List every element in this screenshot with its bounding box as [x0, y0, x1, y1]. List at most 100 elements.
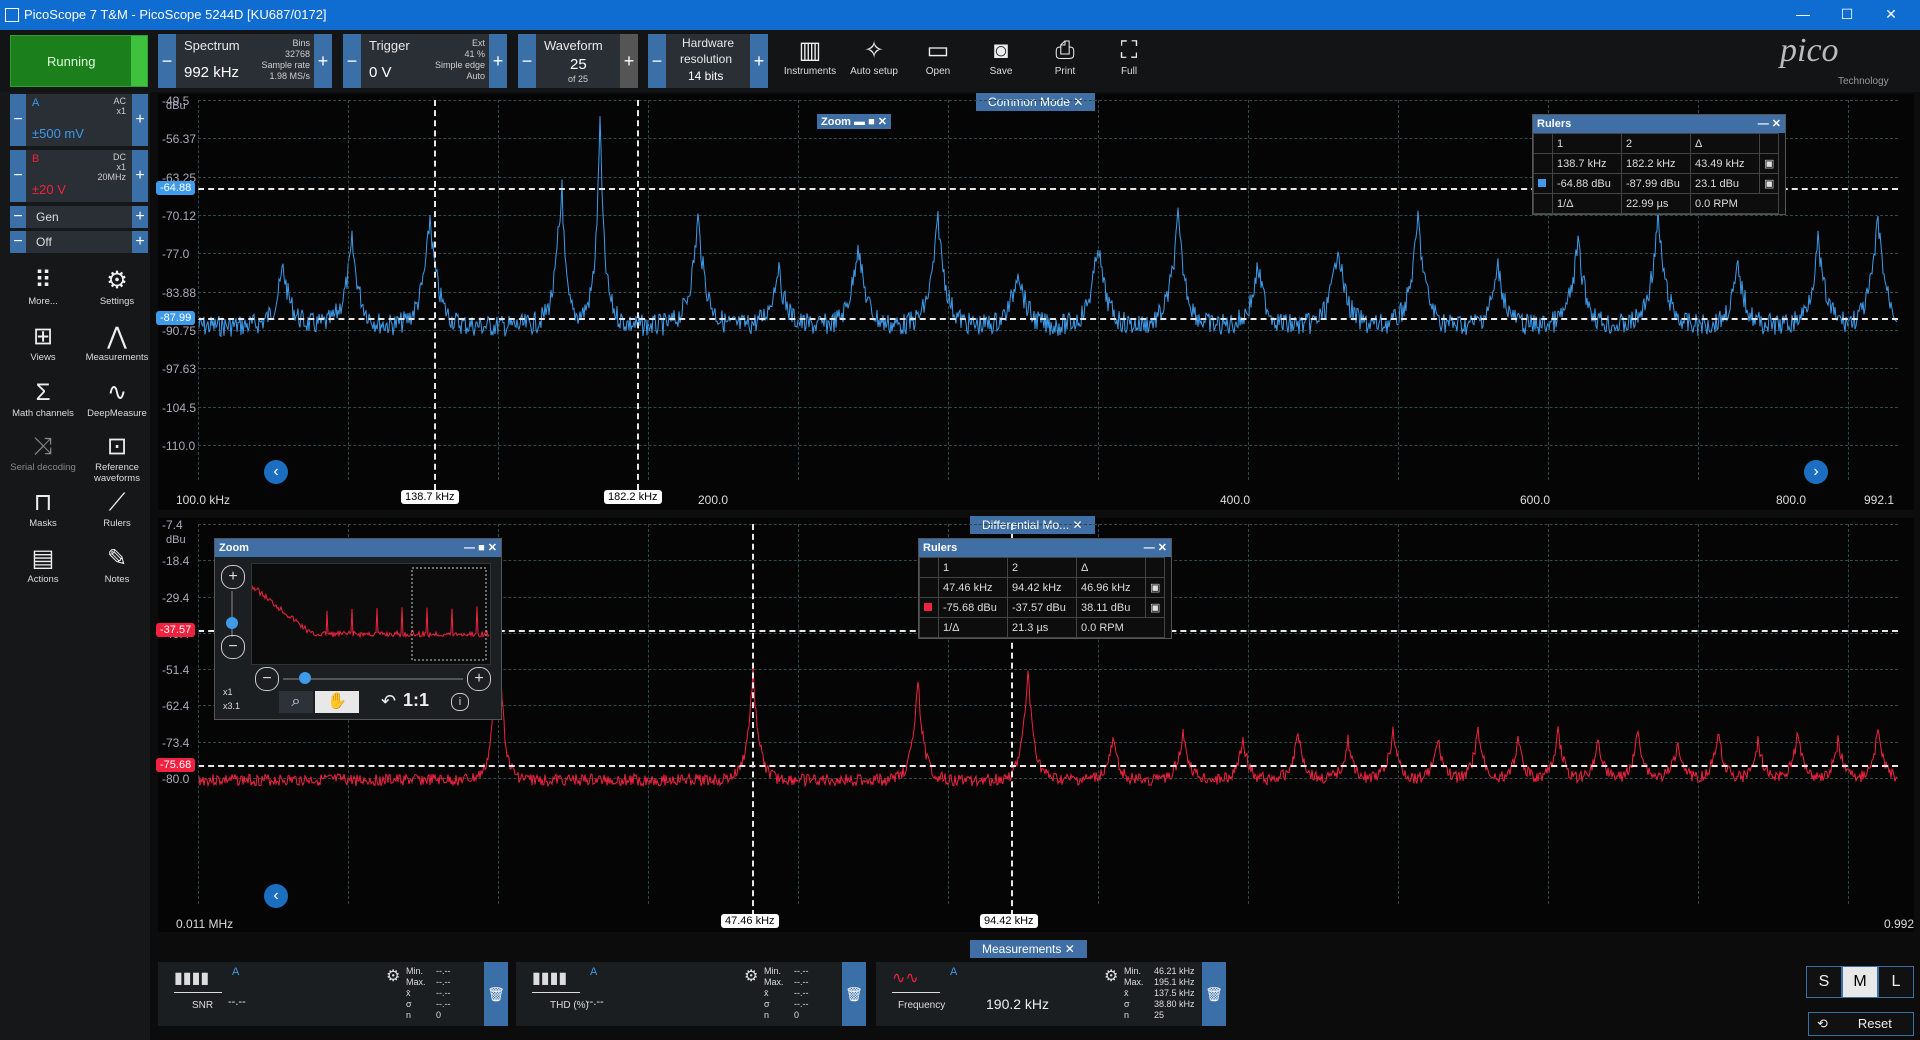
- bottom-h-cursor-2[interactable]: [158, 765, 1898, 767]
- resolution-value[interactable]: 14 bits: [688, 69, 723, 83]
- gear-icon: ⚙: [106, 267, 128, 294]
- top-v-cursor-2[interactable]: [637, 100, 639, 490]
- zoom-preview[interactable]: [251, 563, 491, 665]
- top-h-cursor-2[interactable]: [158, 318, 1898, 320]
- zoom-out-vertical-icon[interactable]: −: [221, 635, 245, 659]
- trash-icon[interactable]: 🗑: [842, 962, 866, 1026]
- top-v-cursor-1-label[interactable]: 138.7 kHz: [401, 490, 459, 504]
- trigger-value[interactable]: 0 V: [369, 64, 392, 81]
- deepmeasure-button[interactable]: ∿ DeepMeasure: [82, 378, 152, 419]
- instruments-button[interactable]: ▥ Instruments: [781, 36, 839, 77]
- masks-button[interactable]: ⊓ Masks: [8, 488, 78, 529]
- resolution-increase-button[interactable]: +: [750, 34, 768, 88]
- actions-button[interactable]: ▤ Actions: [8, 544, 78, 585]
- size-l-button[interactable]: L: [1878, 966, 1914, 998]
- zoom-out-horizontal-icon[interactable]: −: [255, 667, 279, 691]
- more-button[interactable]: ⠿ More...: [8, 266, 78, 307]
- size-s-button[interactable]: S: [1806, 966, 1842, 998]
- trash-icon[interactable]: 🗑: [484, 962, 508, 1026]
- notes-button[interactable]: ✎ Notes: [82, 544, 152, 585]
- undo-zoom-icon[interactable]: ↶: [381, 691, 396, 712]
- channel-a-increase[interactable]: +: [132, 94, 148, 146]
- gear-icon[interactable]: ⚙: [744, 966, 758, 986]
- measurement-card[interactable]: ▮▮▮▮ A THD (%) --.-- ⚙ Min. --.-- Max. --.-…: [516, 962, 866, 1026]
- views-button[interactable]: ⊞ Views: [8, 322, 78, 363]
- size-m-button[interactable]: M: [1842, 966, 1878, 998]
- trigger-increase-button[interactable]: +: [489, 34, 507, 88]
- top-v-cursor-2-label[interactable]: 182.2 kHz: [604, 490, 662, 504]
- top-h-cursor-2-label[interactable]: -87.99: [156, 311, 196, 325]
- gear-icon[interactable]: ⚙: [386, 966, 400, 986]
- top-h-cursor-1-label[interactable]: -64.88: [156, 181, 196, 195]
- grid-line: [1848, 524, 1849, 904]
- measurement-card[interactable]: ▮▮▮▮ A SNR --.-- ⚙ Min. --.-- Max. --.-- x̄ -…: [158, 962, 508, 1026]
- save-button[interactable]: ◙ Save: [972, 36, 1030, 77]
- scroll-right-icon[interactable]: ›: [1804, 460, 1828, 484]
- zoom-in-vertical-icon[interactable]: +: [221, 565, 245, 589]
- channel-b-control[interactable]: − B DC x1 20MHz ±20 V +: [10, 150, 148, 202]
- measurement-name: THD (%): [550, 1000, 589, 1011]
- fullscreen-button[interactable]: ⛶ Full: [1100, 36, 1158, 77]
- channel-b-decrease[interactable]: −: [10, 150, 26, 202]
- off-decrease[interactable]: −: [10, 231, 26, 253]
- waveform-value[interactable]: 25: [570, 56, 587, 73]
- serial-decoding-button[interactable]: ⤨ Serial decoding: [8, 432, 78, 473]
- spectrum-decrease-button[interactable]: −: [158, 34, 176, 88]
- bottom-h-cursor-1-label[interactable]: -37.57: [156, 623, 196, 637]
- print-button[interactable]: ⎙ Print: [1036, 36, 1094, 77]
- reference-waveforms-button[interactable]: ⊡ Reference waveforms: [82, 432, 152, 484]
- vertical-zoom-handle[interactable]: [226, 617, 238, 629]
- bottom-v-cursor-2-label[interactable]: 94.42 kHz: [980, 914, 1038, 928]
- spectrum-value[interactable]: 992 kHz: [184, 64, 239, 81]
- minimize-button[interactable]: —: [1788, 6, 1818, 22]
- bottom-rulers-panel[interactable]: Rulers — ✕ 12Δ 47.46 kHz 94.42 kHz 46.96 kH…: [918, 538, 1172, 639]
- rulers-button[interactable]: ⟋ Rulers: [82, 488, 152, 529]
- measurement-card[interactable]: ∿∿ A Frequency 190.2 kHz ⚙ Min. 46.21 kHz…: [876, 962, 1226, 1026]
- auto-setup-button[interactable]: ✧ Auto setup: [845, 36, 903, 77]
- open-button[interactable]: ▭ Open: [909, 36, 967, 77]
- top-zoom-tag[interactable]: Zoom ▬ ■ ✕: [817, 114, 891, 129]
- trigger-decrease-button[interactable]: −: [343, 34, 361, 88]
- zoom-reset-ratio[interactable]: 1:1: [403, 690, 429, 711]
- info-icon[interactable]: i: [451, 693, 469, 711]
- channel-a-decrease[interactable]: −: [10, 94, 26, 146]
- gen-increase[interactable]: +: [132, 206, 148, 228]
- top-v-cursor-1[interactable]: [434, 100, 436, 490]
- bottom-v-cursor-1-label[interactable]: 47.46 kHz: [721, 914, 779, 928]
- top-rulers-panel[interactable]: Rulers — ✕ 12Δ 138.7 kHz 182.2 kHz 43.49 kH…: [1532, 114, 1786, 215]
- bottom-v-cursor-1[interactable]: [752, 524, 754, 916]
- gear-icon[interactable]: ⚙: [1104, 966, 1118, 986]
- zoom-overview-panel[interactable]: Zoom — ■ ✕ + − − + x1 x3.1 ⌕ ✋ ↶ 1:1 i: [214, 538, 502, 720]
- pan-hand-icon[interactable]: ✋: [315, 691, 359, 713]
- horizontal-zoom-handle[interactable]: [299, 672, 311, 684]
- waveform-next-button[interactable]: +: [620, 34, 638, 88]
- math-channels-button[interactable]: Σ Math channels: [8, 378, 78, 419]
- bottom-h-cursor-2-label[interactable]: -75.68: [156, 758, 196, 772]
- channel-a-control[interactable]: − A AC x1 ±500 mV +: [10, 94, 148, 146]
- resolution-decrease-button[interactable]: −: [648, 34, 666, 88]
- waveform-previous-button[interactable]: −: [518, 34, 536, 88]
- zoom-tool-icon[interactable]: ⌕: [279, 691, 313, 713]
- run-stop-button[interactable]: Running: [10, 35, 148, 87]
- channel-b-increase[interactable]: +: [132, 150, 148, 202]
- gen-decrease[interactable]: −: [10, 206, 26, 228]
- maximize-button[interactable]: ☐: [1832, 6, 1862, 23]
- zoom-in-horizontal-icon[interactable]: +: [467, 667, 491, 691]
- measurements-tab[interactable]: Measurements ✕: [970, 940, 1087, 958]
- measurements-button[interactable]: ⋀ Measurements: [82, 322, 152, 363]
- y-tick-label: -83.88: [162, 285, 197, 300]
- y-tick-label: -70.12: [162, 209, 197, 223]
- off-increase[interactable]: +: [132, 231, 148, 253]
- scroll-left-icon[interactable]: ‹: [264, 460, 288, 484]
- vertical-zoom-slider[interactable]: [231, 591, 233, 637]
- deepmeasure-icon: ∿: [106, 379, 128, 406]
- trash-icon[interactable]: 🗑: [1202, 962, 1226, 1026]
- spectrum-increase-button[interactable]: +: [314, 34, 332, 88]
- bottom-scroll-left-icon[interactable]: ‹: [264, 884, 288, 908]
- reset-button[interactable]: ⟲ Reset: [1808, 1012, 1914, 1036]
- close-button[interactable]: ✕: [1876, 6, 1906, 23]
- zoom-preview-trace: [251, 567, 490, 661]
- generator-control[interactable]: − Gen +: [10, 206, 148, 228]
- settings-button[interactable]: ⚙ Settings: [82, 266, 152, 307]
- generator-off-control[interactable]: − Off +: [10, 231, 148, 253]
